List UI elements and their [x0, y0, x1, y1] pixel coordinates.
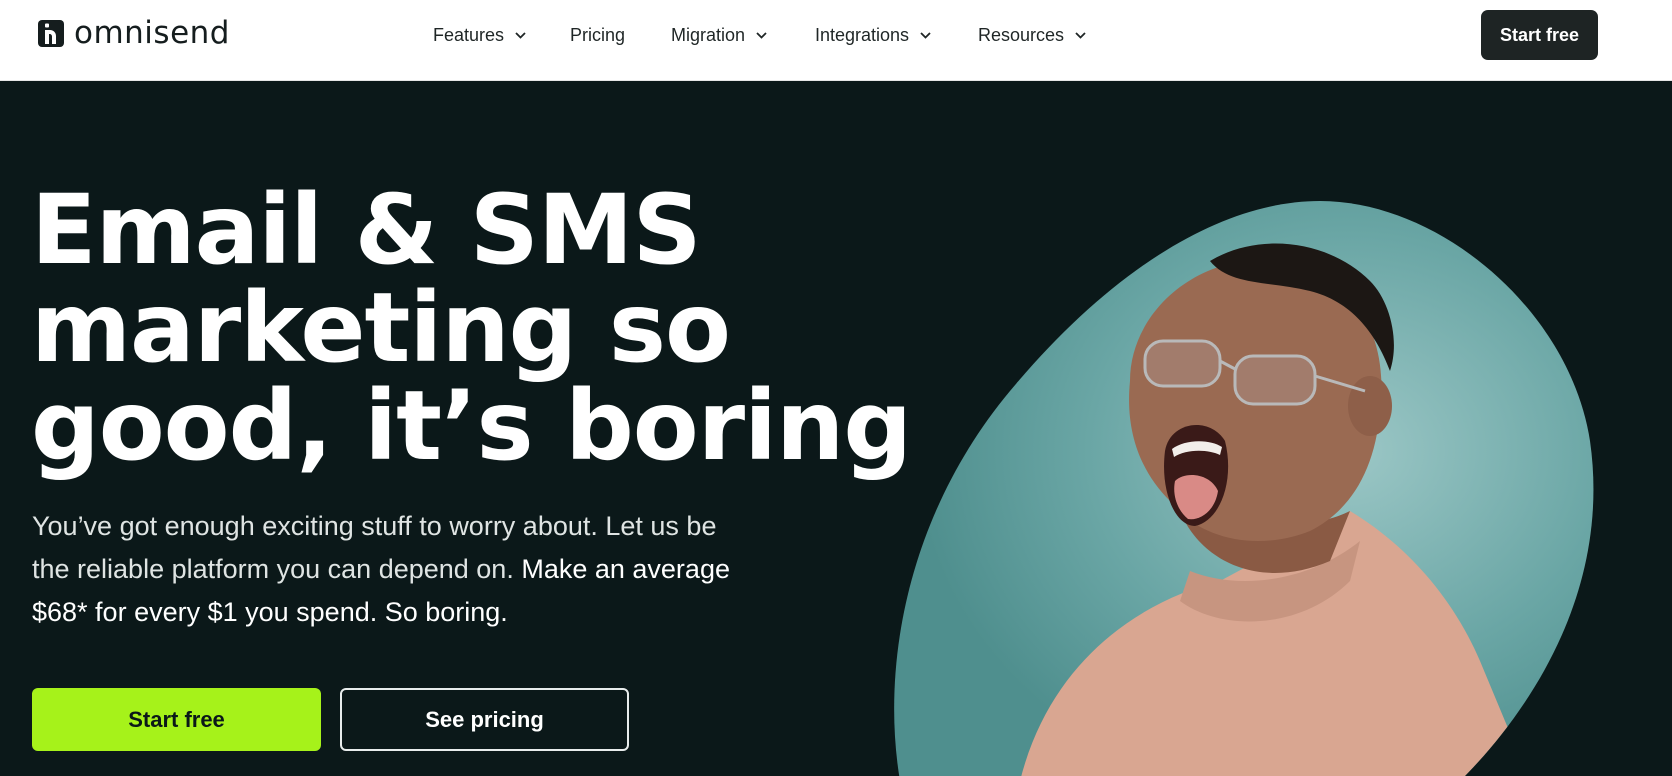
header-start-free-button[interactable]: Start free — [1481, 10, 1598, 60]
chevron-down-icon — [515, 31, 526, 39]
start-free-button[interactable]: Start free — [32, 688, 321, 751]
brand-name: omnisend — [74, 15, 230, 51]
nav-item-pricing[interactable]: Pricing — [570, 20, 625, 50]
nav-item-label: Features — [433, 24, 505, 45]
site-header: omnisend Features Pricing Migration Inte… — [0, 0, 1672, 81]
hero-section: Email & SMS marketing so good, it’s bori… — [0, 81, 1672, 776]
nav-item-resources[interactable]: Resources — [978, 20, 1086, 50]
nav-item-migration[interactable]: Migration — [671, 20, 767, 50]
logo[interactable]: omnisend — [38, 17, 230, 49]
chevron-down-icon — [920, 31, 931, 39]
headline-line: Email & SMS — [31, 174, 702, 286]
yawning-man-photo — [894, 201, 1594, 776]
hero-headline: Email & SMS marketing so good, it’s bori… — [31, 174, 912, 482]
nav-item-label: Integrations — [815, 24, 910, 45]
nav-item-label: Resources — [978, 24, 1065, 45]
headline-line: good, it’s boring — [31, 370, 912, 482]
chevron-down-icon — [756, 31, 767, 39]
nav-item-label: Migration — [671, 24, 746, 45]
chevron-down-icon — [1075, 31, 1086, 39]
hero-subtext: You’ve got enough exciting stuff to worr… — [32, 505, 732, 634]
see-pricing-button[interactable]: See pricing — [340, 688, 629, 751]
omnisend-logo-icon — [38, 19, 64, 47]
headline-line: marketing so — [31, 272, 731, 384]
nav-item-features[interactable]: Features — [433, 20, 526, 50]
nav-item-label: Pricing — [570, 24, 626, 45]
nav-item-integrations[interactable]: Integrations — [815, 20, 931, 50]
